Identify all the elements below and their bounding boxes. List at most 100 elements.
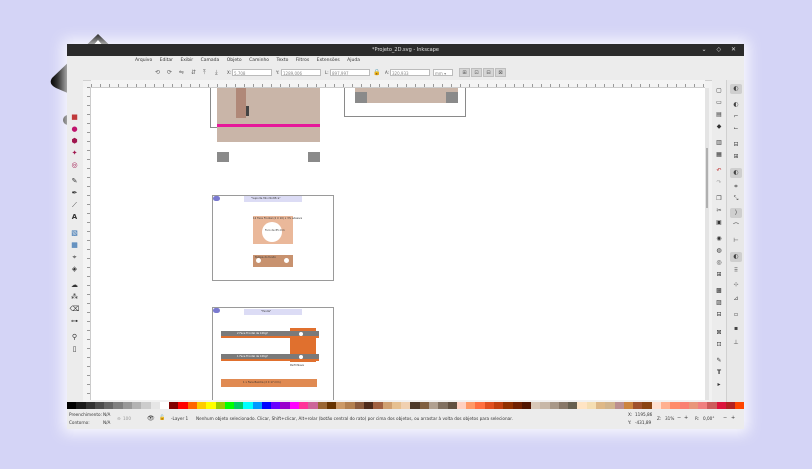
visibility-icon[interactable]: 👁 <box>147 415 155 422</box>
snap-nodes-icon[interactable]: ⊟ <box>730 140 742 150</box>
palette-swatch[interactable] <box>345 402 355 409</box>
height-field[interactable]: 320,933 <box>390 69 430 76</box>
ellipse-icon[interactable]: ● <box>69 124 80 134</box>
menu-exibir[interactable]: Exibir <box>180 56 193 66</box>
snap-text-icon[interactable]: ⊹ <box>730 280 742 290</box>
palette-swatch[interactable] <box>475 402 485 409</box>
snap-rotation-icon[interactable]: ◐ <box>730 252 742 262</box>
spiral-icon[interactable]: ◎ <box>69 160 80 170</box>
tweak-icon[interactable]: ☁ <box>69 280 80 290</box>
palette-swatch[interactable] <box>558 402 569 409</box>
palette-swatch[interactable] <box>169 402 179 409</box>
copy-icon[interactable]: ❐ <box>714 194 724 203</box>
zoom-page-icon[interactable]: ◍ <box>714 246 724 255</box>
preferences-icon[interactable]: ▸ <box>714 380 724 389</box>
snap-toggle-icon[interactable]: ◐ <box>730 84 742 94</box>
snap-path-mask-icon[interactable]: ⊿ <box>730 294 742 304</box>
horizontal-ruler[interactable] <box>91 80 705 88</box>
rotate-cw-icon[interactable]: ⟳ <box>167 69 172 76</box>
palette-swatch[interactable] <box>206 402 216 409</box>
palette-swatch[interactable] <box>159 402 170 409</box>
save-icon[interactable]: ▤ <box>714 110 724 119</box>
lower-bottom-icon[interactable]: ⤓ <box>215 69 218 77</box>
vertical-ruler[interactable] <box>83 87 91 400</box>
units-select[interactable]: mm ▾ <box>433 69 453 76</box>
gradient-icon[interactable]: ▧ <box>69 228 80 238</box>
palette-swatch[interactable] <box>586 402 597 409</box>
palette-swatch[interactable] <box>651 402 661 409</box>
palette-swatch[interactable] <box>336 402 346 409</box>
menu-caminho[interactable]: Caminho <box>249 56 269 66</box>
text-font-icon[interactable]: ⊠ <box>714 328 724 337</box>
drawing-canvas[interactable]: "Suporte Mini Notifica" 12 Face Frontal … <box>91 88 705 400</box>
palette-swatch[interactable] <box>243 402 253 409</box>
palette-swatch[interactable] <box>271 402 281 409</box>
layers-icon[interactable]: ⊡ <box>714 340 724 349</box>
rotate-ccw-icon[interactable]: ⟲ <box>155 69 160 76</box>
menu-filtros[interactable]: Filtros <box>296 56 309 66</box>
export-icon[interactable]: ▦ <box>714 150 724 159</box>
fill-value[interactable]: N/A <box>103 412 110 417</box>
palette-swatch[interactable] <box>512 402 522 409</box>
palette-swatch[interactable] <box>67 402 77 409</box>
snap-grid-2-icon[interactable]: ▪ <box>730 324 742 334</box>
palette-swatch[interactable] <box>299 402 309 409</box>
paste-icon[interactable]: ▣ <box>714 218 724 227</box>
pen-icon[interactable]: ✒ <box>69 188 80 198</box>
eraser-icon[interactable]: ⌫ <box>69 304 80 314</box>
palette-swatch[interactable] <box>76 402 86 409</box>
menu-arquivo[interactable]: Arquivo <box>135 56 152 66</box>
rect-icon[interactable]: ■ <box>69 112 80 122</box>
palette-swatch[interactable] <box>614 402 624 409</box>
palette-swatch[interactable] <box>150 402 160 409</box>
palette-swatch[interactable] <box>521 402 532 409</box>
palette-swatch[interactable] <box>679 402 689 409</box>
undo-icon[interactable]: ↶ <box>714 166 724 175</box>
palette-swatch[interactable] <box>187 402 197 409</box>
snap-center-icon[interactable]: ⟩ <box>730 208 742 218</box>
menu-editar[interactable]: Editar <box>160 56 173 66</box>
zoom-value[interactable]: 31% <box>665 416 674 421</box>
calligraphy-icon[interactable]: ⟋ <box>69 200 80 210</box>
palette-swatch[interactable] <box>252 402 262 409</box>
mesh-icon[interactable]: ▦ <box>69 240 80 250</box>
palette-swatch[interactable] <box>716 402 726 409</box>
palette-swatch[interactable] <box>141 402 151 409</box>
snap-bbox-icon[interactable]: ◐ <box>730 100 742 110</box>
palette-swatch[interactable] <box>280 402 290 409</box>
palette-swatch[interactable] <box>113 402 123 409</box>
fill-stroke-icon[interactable]: ⊟ <box>714 310 724 319</box>
menu-objeto[interactable]: Objeto <box>227 56 242 66</box>
palette-swatch[interactable] <box>234 402 244 409</box>
palette-swatch[interactable] <box>447 402 457 409</box>
rotation-minus-icon[interactable]: − <box>723 415 727 421</box>
palette-swatch[interactable] <box>577 402 587 409</box>
import-icon[interactable]: ▥ <box>714 138 724 147</box>
scale-corners-button[interactable]: ⊡ <box>471 68 482 77</box>
palette-swatch[interactable] <box>688 402 699 409</box>
group-icon[interactable]: ▩ <box>714 286 724 295</box>
flip-v-icon[interactable]: ⇵ <box>191 69 196 76</box>
palette-swatch[interactable] <box>308 402 318 409</box>
palette-swatch[interactable] <box>261 402 272 409</box>
snap-others-icon[interactable]: ⠿ <box>730 266 742 276</box>
palette-swatch[interactable] <box>419 402 429 409</box>
window-controls[interactable]: ⌄ ◇ ✕ <box>702 44 740 56</box>
duplicate-icon[interactable]: ◎ <box>714 258 724 267</box>
snap-path-icon[interactable]: ⊞ <box>730 152 742 162</box>
palette-swatch[interactable] <box>484 402 494 409</box>
palette-swatch[interactable] <box>410 402 420 409</box>
redo-icon[interactable]: ↷ <box>714 178 724 187</box>
palette-swatch[interactable] <box>382 402 392 409</box>
palette-swatch[interactable] <box>131 402 142 409</box>
palette-swatch[interactable] <box>215 402 225 409</box>
palette-swatch[interactable] <box>224 402 235 409</box>
zoom-icon[interactable]: ⚲ <box>69 332 80 342</box>
menu-texto[interactable]: Texto <box>277 56 289 66</box>
snap-page-border-icon[interactable]: ▫ <box>730 310 742 320</box>
flip-h-icon[interactable]: ⇋ <box>179 69 184 76</box>
palette-swatch[interactable] <box>596 402 606 409</box>
zoom-plus-icon[interactable]: + <box>684 415 688 421</box>
width-field[interactable]: 897,997 <box>330 69 370 76</box>
open-icon[interactable]: ▭ <box>714 98 724 107</box>
